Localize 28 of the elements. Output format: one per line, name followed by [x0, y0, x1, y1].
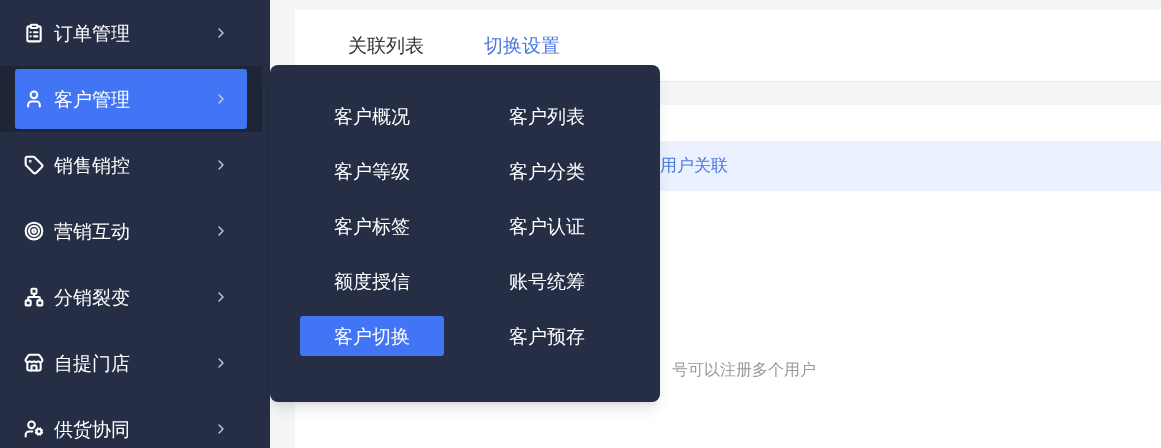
submenu-item[interactable]: 客户概况 [300, 96, 444, 136]
hierarchy-icon [24, 287, 44, 307]
submenu-item[interactable]: 客户认证 [475, 206, 619, 246]
store-icon [24, 353, 44, 373]
clipboard-icon [24, 23, 44, 43]
submenu-item[interactable]: 客户列表 [475, 96, 619, 136]
submenu-item[interactable]: 账号统筹 [475, 261, 619, 301]
tab[interactable]: 关联列表 [348, 31, 424, 60]
submenu-item[interactable]: 客户标签 [300, 206, 444, 246]
submenu-item[interactable]: 额度授信 [300, 261, 444, 301]
submenu-item[interactable]: 客户分类 [475, 151, 619, 191]
tag-icon [24, 155, 44, 175]
sidebar-item[interactable]: 自提门店 [15, 333, 247, 393]
sidebar-item[interactable]: 订单管理 [15, 3, 247, 63]
hint-text: 号可以注册多个用户 [672, 360, 816, 379]
sidebar-item[interactable]: 客户管理 [15, 69, 247, 129]
user-icon [24, 89, 44, 109]
sidebar-item[interactable]: 供货协同 [15, 399, 247, 448]
banner-text: 用户关联 [660, 154, 728, 178]
submenu-item[interactable]: 客户预存 [475, 316, 619, 356]
sidebar-item[interactable]: 销售销控 [15, 135, 247, 195]
target-icon [24, 221, 44, 241]
sidebar-item[interactable]: 分销裂变 [15, 267, 247, 327]
submenu-item[interactable]: 客户等级 [300, 151, 444, 191]
tab[interactable]: 切换设置 [484, 31, 560, 60]
user-gear-icon [24, 419, 44, 439]
submenu-item[interactable]: 客户切换 [300, 316, 444, 356]
sidebar-item[interactable]: 营销互动 [15, 201, 247, 261]
